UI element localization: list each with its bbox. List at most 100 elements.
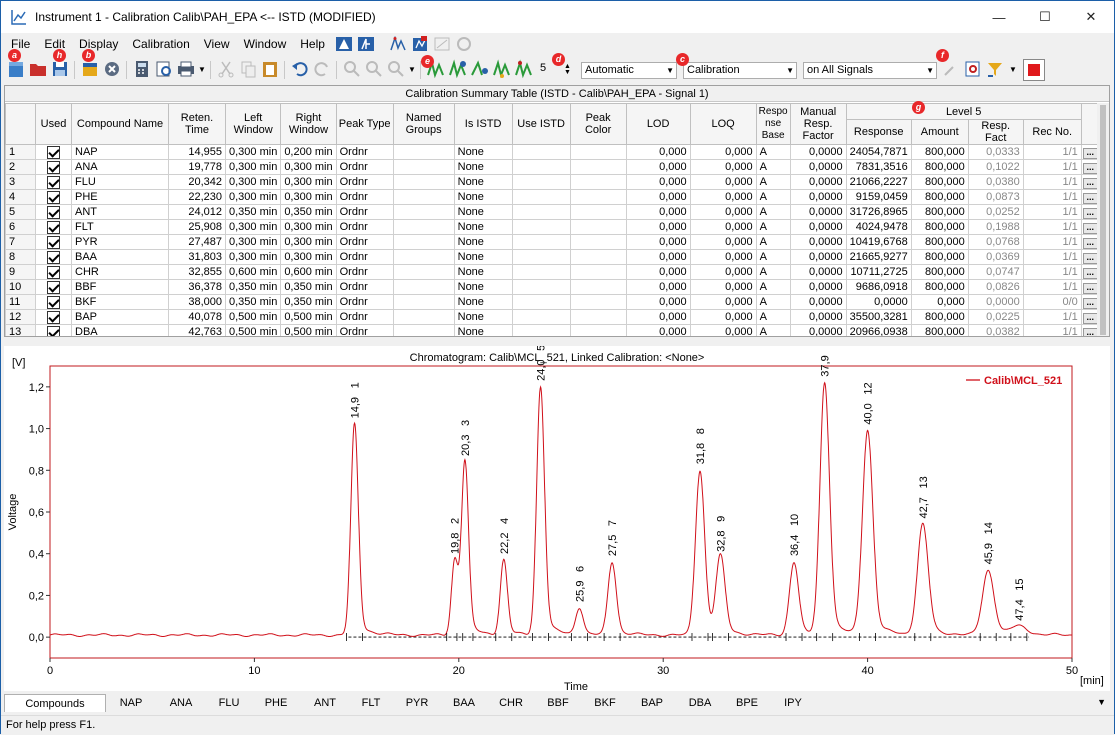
rec-no[interactable]: 1/1 <box>1022 159 1082 175</box>
peak-type[interactable]: Ordnr <box>335 174 394 190</box>
loq[interactable]: 0,000 <box>689 294 757 310</box>
menu-calibration[interactable]: Calibration <box>126 37 195 51</box>
save-icon[interactable] <box>50 59 70 79</box>
ellipsis-button[interactable]: ... <box>1082 148 1098 159</box>
ellipsis-button[interactable]: ... <box>1082 208 1098 219</box>
row-number[interactable]: 13 <box>5 324 36 336</box>
peak-color[interactable] <box>569 159 627 175</box>
retention-time[interactable]: 38,000 <box>168 294 226 310</box>
left-window[interactable]: 0,300 min <box>224 189 282 205</box>
manual-resp-factor[interactable]: 0,0000 <box>789 144 847 160</box>
left-window[interactable]: 0,350 min <box>224 279 282 295</box>
used-checkbox[interactable] <box>35 204 72 220</box>
rec-no[interactable]: 1/1 <box>1022 189 1082 205</box>
used-checkbox[interactable] <box>35 234 72 250</box>
checkbox[interactable] <box>47 190 60 204</box>
right-window[interactable]: 0,300 min <box>280 234 337 250</box>
used-checkbox[interactable] <box>35 174 72 190</box>
use-istd[interactable] <box>511 294 571 310</box>
left-window[interactable]: 0,300 min <box>224 159 282 175</box>
tab-bkf[interactable]: BKF <box>584 694 626 712</box>
table-row[interactable]: 10 BBF 36,378 0,350 min 0,350 min Ordnr None 0,… <box>5 279 1100 295</box>
tab-bbf[interactable]: BBF <box>537 694 579 712</box>
retention-time[interactable]: 19,778 <box>168 159 226 175</box>
is-istd[interactable]: None <box>453 264 513 280</box>
rec-no[interactable]: 1/1 <box>1022 174 1082 190</box>
rec-no-header[interactable]: Rec No. <box>1022 119 1082 145</box>
ellipsis-button[interactable]: ... <box>1082 253 1098 264</box>
response[interactable]: 21665,9277 <box>845 249 912 265</box>
row-number[interactable]: 11 <box>5 294 36 310</box>
peak-type[interactable]: Ordnr <box>335 294 394 310</box>
lod[interactable]: 0,000 <box>625 324 691 336</box>
retention-time[interactable]: 42,763 <box>168 324 226 336</box>
resp-fact[interactable]: 0,1988 <box>967 219 1024 235</box>
response-base[interactable]: A <box>755 189 791 205</box>
response[interactable]: 24054,7871 <box>845 144 912 160</box>
is-istd[interactable]: None <box>453 279 513 295</box>
response[interactable]: 9159,0459 <box>845 189 912 205</box>
lod-header[interactable]: LOD <box>625 103 691 145</box>
response[interactable]: 35500,3281 <box>845 309 912 325</box>
resp-fact[interactable]: 0,0826 <box>967 279 1024 295</box>
checkbox[interactable] <box>47 220 60 234</box>
peak-type[interactable]: Ordnr <box>335 279 394 295</box>
response-base[interactable]: A <box>755 174 791 190</box>
used-checkbox[interactable] <box>35 159 72 175</box>
peak-color[interactable] <box>569 219 627 235</box>
row-number[interactable]: 9 <box>5 264 36 280</box>
response[interactable]: 20966,0938 <box>845 324 912 336</box>
named-groups[interactable] <box>392 159 455 175</box>
lod[interactable]: 0,000 <box>625 204 691 220</box>
stop-button[interactable] <box>1023 59 1045 81</box>
lod[interactable]: 0,000 <box>625 174 691 190</box>
rec-no[interactable]: 1/1 <box>1022 234 1082 250</box>
method-icon[interactable] <box>335 36 353 52</box>
response-base[interactable]: A <box>755 264 791 280</box>
lod[interactable]: 0,000 <box>625 144 691 160</box>
loq-header[interactable]: LOQ <box>689 103 757 145</box>
report-icon[interactable] <box>357 36 375 52</box>
retention-time[interactable]: 25,908 <box>168 219 226 235</box>
table-row[interactable]: 3 FLU 20,342 0,300 min 0,300 min Ordnr None 0,0… <box>5 174 1100 190</box>
resp-fact[interactable]: 0,0333 <box>967 144 1024 160</box>
is-istd[interactable]: None <box>453 189 513 205</box>
peak-green-4-icon[interactable] <box>492 59 512 79</box>
response[interactable]: 10419,6768 <box>845 234 912 250</box>
checkbox[interactable] <box>47 160 60 174</box>
compound-name[interactable]: BAP <box>71 309 169 325</box>
checkbox[interactable] <box>47 205 60 219</box>
compound-name[interactable]: ANT <box>71 204 169 220</box>
loq[interactable]: 0,000 <box>689 159 757 175</box>
used-checkbox[interactable] <box>35 219 72 235</box>
peak-type[interactable]: Ordnr <box>335 309 394 325</box>
scroll-thumb[interactable] <box>1100 105 1106 335</box>
loq[interactable]: 0,000 <box>689 279 757 295</box>
menu-edit[interactable]: Edit <box>38 37 71 51</box>
new-icon[interactable] <box>6 59 26 79</box>
print-dropdown-arrow[interactable]: ▼ <box>198 65 206 74</box>
used-checkbox[interactable] <box>35 294 72 310</box>
response-base[interactable]: A <box>755 249 791 265</box>
right-window[interactable]: 0,350 min <box>280 279 337 295</box>
response-base[interactable]: A <box>755 144 791 160</box>
resp-fact[interactable]: 0,1022 <box>967 159 1024 175</box>
amount[interactable]: 800,000 <box>910 144 969 160</box>
table-row[interactable]: 7 PYR 27,487 0,300 min 0,300 min Ordnr None 0,0… <box>5 234 1100 250</box>
checkbox[interactable] <box>47 310 60 324</box>
right-window[interactable]: 0,300 min <box>280 159 337 175</box>
row-number[interactable]: 5 <box>5 204 36 220</box>
loq[interactable]: 0,000 <box>689 189 757 205</box>
checkbox[interactable] <box>47 295 60 309</box>
named-groups[interactable] <box>392 144 455 160</box>
manual-resp-factor-header[interactable]: Manual Resp. Factor <box>789 103 847 145</box>
peak-type-header[interactable]: Peak Type <box>335 103 394 145</box>
left-window[interactable]: 0,600 min <box>224 264 282 280</box>
loq[interactable]: 0,000 <box>689 309 757 325</box>
left-window[interactable]: 0,350 min <box>224 294 282 310</box>
peak-color[interactable] <box>569 249 627 265</box>
peak-green-3-icon[interactable] <box>470 59 490 79</box>
response-base[interactable]: A <box>755 219 791 235</box>
amount[interactable]: 800,000 <box>910 249 969 265</box>
compound-name[interactable]: FLU <box>71 174 169 190</box>
